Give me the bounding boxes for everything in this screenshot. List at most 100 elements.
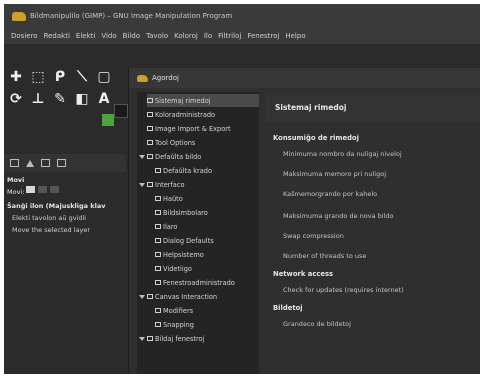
option-title: Ŝanĝi ilon (Majuskliga klav (7, 202, 106, 210)
tree-item-dialog-defaults[interactable]: Dialog Defaults (155, 234, 214, 247)
setting-max-undo-memory: Maksimuma memoro pri nuligoj (283, 170, 387, 178)
menu-colors[interactable]: Koloroj (174, 32, 198, 40)
crop-tool-icon[interactable]: ▢ (94, 68, 114, 86)
chevron-down-icon[interactable] (139, 154, 145, 159)
tree-item-default-image[interactable]: Defaŭlta bildo (139, 150, 201, 163)
dock-tab-row (4, 154, 126, 172)
toolbox-icon (155, 224, 161, 229)
image-window-icon (147, 336, 153, 341)
move-tool-icon[interactable]: ✚ (6, 68, 26, 86)
color-icon (147, 112, 153, 117)
foreground-color-swatch[interactable] (102, 114, 114, 126)
tree-item-toolbox[interactable]: Ilaro (155, 220, 177, 233)
menu-tools[interactable]: Ilo (204, 32, 212, 40)
tree-item-icon-theme[interactable]: Bildsimbolaro (155, 206, 208, 219)
setting-tile-cache-size: Kaŝmemorgrando por kahelo (283, 190, 378, 198)
tree-item-display[interactable]: Videtiigo (155, 262, 192, 275)
tree-item-theme[interactable]: Haŭto (155, 192, 183, 205)
section-resource-consumption: Konsumiĝo de rimedoj (273, 134, 359, 142)
option-radio-pick-layer[interactable]: Elekti tavolon aŭ gvidli (12, 214, 86, 222)
tree-item-import-export[interactable]: Image Import & Export (147, 122, 231, 135)
device-status-tab-icon[interactable] (26, 159, 34, 167)
path-tool-icon[interactable]: ⟍ (72, 68, 92, 86)
text-tool-icon[interactable]: A (94, 90, 114, 108)
panel-header: Sistemaj rimedoj (265, 92, 480, 122)
mode-label: Movi: (7, 188, 25, 196)
tree-item-modifiers[interactable]: Modifiers (155, 304, 193, 317)
blend-tool-icon[interactable]: ◧ (72, 90, 92, 108)
rect-select-tool-icon[interactable]: ⬚ (28, 68, 48, 86)
gimp-logo-icon (12, 11, 26, 21)
clone-tool-icon[interactable]: ⊥ (28, 90, 48, 108)
title-bar: Bildmanipulilo (GIMP) – GNU Image Manipu… (4, 4, 480, 28)
chevron-down-icon[interactable] (139, 182, 145, 187)
tree-item-image-windows[interactable]: Bildaj fenestroj (139, 332, 204, 345)
dock-title: Movi (7, 176, 25, 184)
background-color-swatch[interactable] (114, 104, 128, 118)
mode-button-add[interactable] (38, 186, 47, 193)
menu-layer[interactable]: Tavolo (146, 32, 168, 40)
gimp-logo-icon (137, 74, 148, 82)
brush-tool-icon[interactable]: ✎ (50, 90, 70, 108)
tool-icon (147, 140, 153, 145)
menu-filters[interactable]: Filtriloj (218, 32, 241, 40)
gimp-window: Bildmanipulilo (GIMP) – GNU Image Manipu… (4, 4, 480, 374)
tree-item-interface[interactable]: Interfaco (139, 178, 185, 191)
panel-title: Sistemaj rimedoj (275, 103, 347, 112)
canvas-icon (147, 294, 153, 299)
warp-tool-icon[interactable]: ⟳ (6, 90, 26, 108)
help-icon (155, 252, 161, 257)
tree-item-default-grid[interactable]: Defaŭlta krado (155, 164, 212, 177)
mode-button-subtract[interactable] (50, 186, 59, 193)
tree-item-canvas-interaction[interactable]: Canvas Interaction (139, 290, 217, 303)
tree-item-help-system[interactable]: Helpsistemo (155, 248, 204, 261)
tree-item-color-management[interactable]: Koloradministrado (147, 108, 215, 121)
lasso-tool-icon[interactable]: ᑭ (50, 68, 70, 86)
tool-options-tab-icon[interactable] (10, 159, 19, 167)
undo-tab-icon[interactable] (41, 159, 50, 167)
section-thumbnails: Bildetoj (273, 304, 303, 312)
option-radio-move-active[interactable]: Move the selected layer (12, 226, 90, 234)
menu-edit[interactable]: Redakti (44, 32, 70, 40)
menu-file[interactable]: Dosiero (11, 32, 38, 40)
grid-icon (155, 168, 161, 173)
tree-item-tool-options[interactable]: Tool Options (147, 136, 195, 149)
preferences-tree: Sistemaj rimedoj Koloradministrado Image… (137, 92, 259, 374)
mode-buttons (26, 186, 59, 193)
interface-icon (147, 182, 153, 187)
window-icon (155, 280, 161, 285)
setting-max-new-image-size: Maksimuma grando de nova bildo (283, 212, 394, 220)
menu-bar: Dosiero Redakti Elekti Vido Bildo Tavolo… (4, 28, 480, 44)
chevron-down-icon[interactable] (139, 336, 145, 341)
snapping-icon (155, 322, 161, 327)
section-network-access: Network access (273, 270, 334, 278)
menu-select[interactable]: Elekti (76, 32, 95, 40)
setting-check-updates[interactable]: Check for updates (requires internet) (283, 286, 404, 294)
setting-thread-count: Number of threads to use (283, 252, 367, 260)
import-icon (147, 126, 153, 131)
window-title: Bildmanipulilo (GIMP) – GNU Image Manipu… (30, 12, 233, 20)
tree-item-window-management[interactable]: Fenestroadministrado (155, 276, 235, 289)
toolbox: ✚ ⬚ ᑭ ⟍ ▢ ⟳ ⊥ ✎ ◧ A Movi Movi: Ŝanĝi ilo… (4, 44, 128, 374)
menu-windows[interactable]: Fenestroj (247, 32, 279, 40)
display-icon (155, 266, 161, 271)
mode-button-replace[interactable] (26, 186, 35, 193)
images-tab-icon[interactable] (57, 159, 66, 167)
modifiers-icon (155, 308, 161, 313)
theme-icon (155, 196, 161, 201)
dialog-title: Agordoj (152, 74, 179, 82)
tree-item-snapping[interactable]: Snapping (155, 318, 194, 331)
icon-theme-icon (155, 210, 161, 215)
settings-panel: Sistemaj rimedoj Konsumiĝo de rimedoj Mi… (265, 92, 480, 374)
chevron-down-icon[interactable] (139, 294, 145, 299)
menu-image[interactable]: Bildo (123, 32, 140, 40)
dialog-icon (155, 238, 161, 243)
menu-view[interactable]: Vido (101, 32, 116, 40)
setting-swap-compression: Swap compression (283, 232, 344, 240)
preferences-dialog: Agordoj Sistemaj rimedoj Koloradministra… (128, 68, 480, 374)
tree-item-system-resources[interactable]: Sistemaj rimedoj (147, 94, 259, 107)
dialog-titlebar: Agordoj (129, 68, 480, 88)
menu-help[interactable]: Helpo (285, 32, 305, 40)
image-icon (147, 154, 153, 159)
setting-min-undo-levels: Minimuma nombro da nuligaj niveloj (283, 150, 402, 158)
